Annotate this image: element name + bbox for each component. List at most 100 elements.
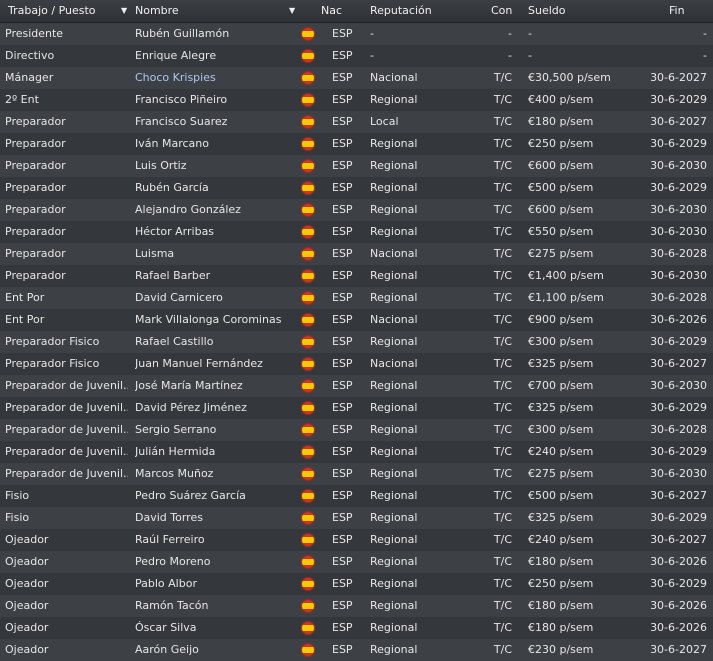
cell-end-date: 30-6-2029 <box>650 445 707 458</box>
spain-flag-icon <box>301 247 315 261</box>
cell-name: Pedro Moreno <box>135 555 211 568</box>
column-header-nac[interactable]: Nac <box>321 0 342 22</box>
cell-flag <box>301 485 317 507</box>
column-header-salary[interactable]: Sueldo <box>528 0 566 22</box>
column-header-job-label: Trabajo / Puesto <box>8 4 96 17</box>
spain-flag-icon <box>301 423 315 437</box>
cell-contract: T/C <box>493 555 512 568</box>
cell-end-date: 30-6-2030 <box>650 203 707 216</box>
cell-reputation: Regional <box>370 489 418 502</box>
spain-flag-icon <box>301 467 315 481</box>
cell-flag <box>301 155 317 177</box>
table-row[interactable]: Preparador Alejandro González ESP Regional T… <box>0 199 713 221</box>
table-row[interactable]: Preparador Fisico Rafael Castillo ESP Regio… <box>0 331 713 353</box>
cell-name: Juan Manuel Fernández <box>135 357 263 370</box>
table-row[interactable]: Ojeador Pablo Albor ESP Regional T/C €250 p/s… <box>0 573 713 595</box>
table-row[interactable]: Fisio Pedro Suárez García ESP Regional T/C €5… <box>0 485 713 507</box>
column-header-reputation[interactable]: Reputación <box>370 0 432 22</box>
cell-reputation: Regional <box>370 203 418 216</box>
cell-end-date: 30-6-2030 <box>650 159 707 172</box>
cell-flag <box>301 331 317 353</box>
cell-end-date: 30-6-2029 <box>650 577 707 590</box>
spain-flag-icon <box>301 357 315 371</box>
cell-contract: T/C <box>493 599 512 612</box>
table-row[interactable]: Ojeador Óscar Silva ESP Regional T/C €180 p/s… <box>0 617 713 639</box>
cell-contract: T/C <box>493 137 512 150</box>
table-row[interactable]: Preparador Rubén García ESP Regional T/C €500… <box>0 177 713 199</box>
cell-flag <box>301 177 317 199</box>
cell-contract: T/C <box>493 269 512 282</box>
table-row[interactable]: Preparador Fisico Juan Manuel Fernández ES… <box>0 353 713 375</box>
column-header-job[interactable]: Trabajo / Puesto <box>8 0 96 22</box>
spain-flag-icon <box>301 313 315 327</box>
cell-name: Enrique Alegre <box>135 49 217 62</box>
table-row[interactable]: Preparador Luis Ortiz ESP Regional T/C €600 p… <box>0 155 713 177</box>
cell-job: Preparador <box>5 159 66 172</box>
column-header-end[interactable]: Fin <box>669 0 685 22</box>
table-row[interactable]: Ent Por Mark Villalonga Corominas ESP Nacio… <box>0 309 713 331</box>
cell-name: Rubén Guillamón <box>135 27 230 40</box>
column-header-contract[interactable]: Con <box>491 0 512 22</box>
table-row[interactable]: Ojeador Pedro Moreno ESP Regional T/C €180 p/… <box>0 551 713 573</box>
table-row[interactable]: Directivo Enrique Alegre ESP - - - - <box>0 45 713 67</box>
table-row[interactable]: Preparador de Juvenil... José María Martí… <box>0 375 713 397</box>
table-row[interactable]: Ojeador Raúl Ferreiro ESP Regional T/C €240 p… <box>0 529 713 551</box>
cell-job: Fisio <box>5 511 30 524</box>
table-row[interactable]: Ojeador Aarón Geijo ESP Regional T/C €230 p/s… <box>0 639 713 661</box>
table-row[interactable]: Preparador Luisma ESP Nacional T/C €275 p/sem… <box>0 243 713 265</box>
cell-name[interactable]: Choco Krispies <box>135 67 295 89</box>
column-header-name[interactable]: Nombre <box>135 0 179 22</box>
table-row[interactable]: Mánager Choco Krispies ESP Nacional T/C €30,5… <box>0 67 713 89</box>
cell-flag <box>301 551 317 573</box>
cell-end-date: 30-6-2030 <box>650 467 707 480</box>
cell-nationality: ESP <box>332 313 353 326</box>
cell-reputation: - <box>370 49 374 62</box>
table-row[interactable]: Preparador Francisco Suarez ESP Local T/C €18… <box>0 111 713 133</box>
cell-nationality: ESP <box>332 423 353 436</box>
table-row[interactable]: Preparador Rafael Barber ESP Regional T/C €1,… <box>0 265 713 287</box>
cell-nationality: ESP <box>332 115 353 128</box>
table-row[interactable]: Preparador Iván Marcano ESP Regional T/C €250… <box>0 133 713 155</box>
cell-job: Ent Por <box>5 313 45 326</box>
cell-end-date: 30-6-2027 <box>650 643 707 656</box>
cell-contract: T/C <box>493 159 512 172</box>
cell-name: Aarón Geijo <box>135 643 199 656</box>
cell-end-date: 30-6-2029 <box>650 511 707 524</box>
cell-job: Ojeador <box>5 577 49 590</box>
table-row[interactable]: Ojeador Ramón Tacón ESP Regional T/C €180 p/s… <box>0 595 713 617</box>
table-row[interactable]: Preparador de Juvenil... David Pérez Jimé… <box>0 397 713 419</box>
table-row[interactable]: 2º Ent Francisco Piñeiro ESP Regional T/C €40… <box>0 89 713 111</box>
cell-end-date: 30-6-2029 <box>650 401 707 414</box>
cell-name: Alejandro González <box>135 203 241 216</box>
cell-reputation: Nacional <box>370 313 418 326</box>
cell-end-date: 30-6-2028 <box>650 291 707 304</box>
table-header: Trabajo / Puesto ▼ Nombre ▼ Nac Reputaci… <box>0 0 713 23</box>
table-row[interactable]: Ent Por David Carnicero ESP Regional T/C €1,1… <box>0 287 713 309</box>
cell-flag <box>301 353 317 375</box>
cell-job: Preparador <box>5 225 66 238</box>
sort-arrow-icon[interactable]: ▼ <box>121 0 127 22</box>
cell-contract: T/C <box>493 115 512 128</box>
cell-reputation: Regional <box>370 379 418 392</box>
spain-flag-icon <box>301 49 315 63</box>
cell-flag <box>301 639 317 661</box>
table-row[interactable]: Presidente Rubén Guillamón ESP - - - - <box>0 23 713 45</box>
cell-name: Marcos Muñoz <box>135 467 214 480</box>
table-row[interactable]: Fisio David Torres ESP Regional T/C €325 p/se… <box>0 507 713 529</box>
cell-end-date: 30-6-2026 <box>650 313 707 326</box>
table-row[interactable]: Preparador Héctor Arribas ESP Regional T/C €5… <box>0 221 713 243</box>
table-row[interactable]: Preparador de Juvenil... Julián Hermida ES… <box>0 441 713 463</box>
cell-contract: T/C <box>493 203 512 216</box>
spain-flag-icon <box>301 335 315 349</box>
cell-contract: T/C <box>493 313 512 326</box>
table-row[interactable]: Preparador de Juvenil... Sergio Serrano ES… <box>0 419 713 441</box>
cell-flag <box>301 397 317 419</box>
cell-nationality: ESP <box>332 203 353 216</box>
cell-flag <box>301 375 317 397</box>
table-row[interactable]: Preparador de Juvenil... Marcos Muñoz ESP R… <box>0 463 713 485</box>
cell-flag <box>301 221 317 243</box>
cell-nationality: ESP <box>332 621 353 634</box>
cell-flag <box>301 45 317 67</box>
column-header-nac-label: Nac <box>321 4 343 17</box>
sort-arrow-icon[interactable]: ▼ <box>289 0 295 22</box>
